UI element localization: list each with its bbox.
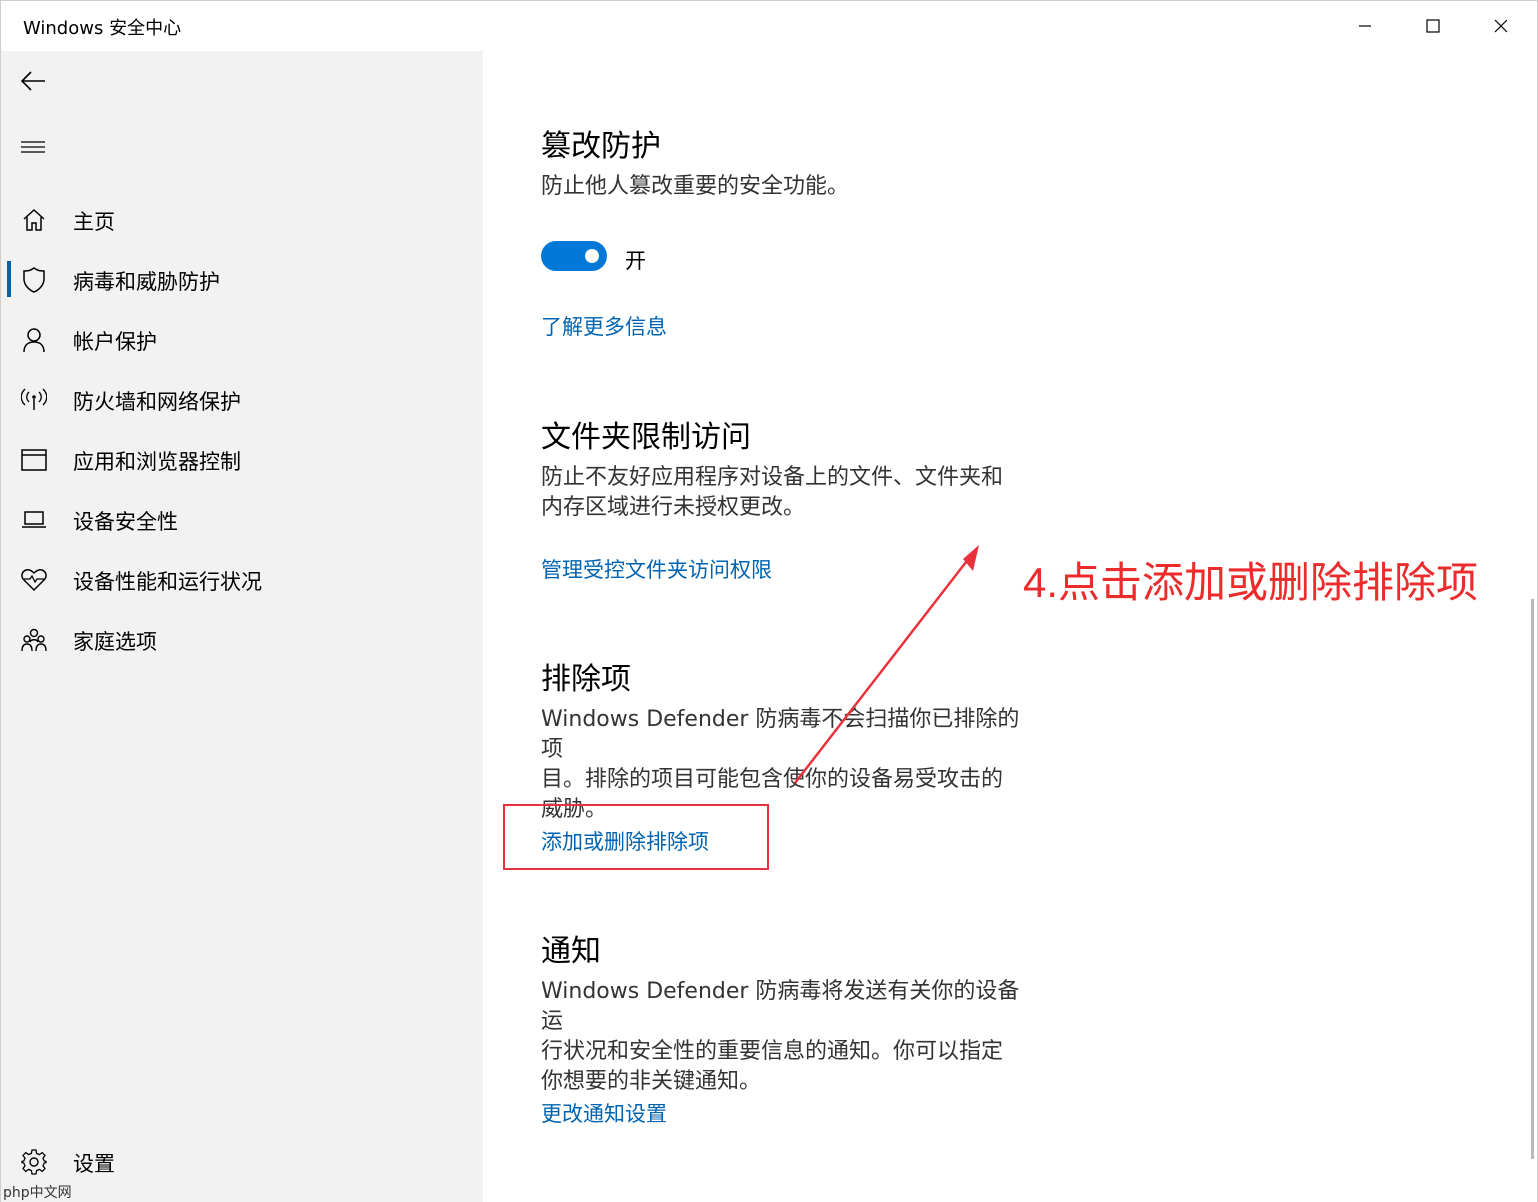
- description-line: 内存区域进行未授权更改。: [541, 493, 1041, 523]
- annotation-highlight-box: [503, 804, 769, 870]
- change-notification-settings-link[interactable]: 更改通知设置: [541, 1098, 667, 1128]
- sidebar-item-device-performance[interactable]: 设备性能和运行状况: [1, 555, 483, 603]
- exclusions-title: 排除项: [541, 654, 631, 698]
- watermark-logo: php中文网: [3, 1182, 72, 1202]
- tamper-protection-toggle[interactable]: [541, 241, 607, 271]
- window-title: Windows 安全中心: [23, 14, 181, 40]
- close-icon: [1493, 18, 1509, 34]
- sidebar-item-account-protection[interactable]: 帐户保护: [1, 315, 483, 363]
- tamper-protection-title: 篡改防护: [541, 121, 661, 165]
- main-content: 篡改防护 防止他人篡改重要的安全功能。 开 了解更多信息 文件夹限制访问 防止不…: [483, 51, 1537, 1202]
- sidebar-item-label: 设置: [73, 1148, 115, 1178]
- wifi-antenna-icon: [21, 387, 47, 413]
- description-line: 你想要的非关键通知。: [541, 1067, 1041, 1097]
- title-bar: Windows 安全中心: [1, 1, 1537, 51]
- close-button[interactable]: [1467, 1, 1535, 51]
- toggle-knob: [585, 249, 599, 263]
- maximize-button[interactable]: [1399, 1, 1467, 51]
- sidebar: 主页 病毒和威胁防护 帐户保护 防火墙和网络保护 应用和浏览器控制: [1, 51, 483, 1202]
- sidebar-item-firewall[interactable]: 防火墙和网络保护: [1, 375, 483, 423]
- app-window-icon: [21, 447, 47, 473]
- security-center-window: Windows 安全中心 主页 病毒和威胁防护: [0, 0, 1538, 1202]
- sidebar-item-label: 应用和浏览器控制: [73, 446, 241, 476]
- family-icon: [21, 627, 47, 653]
- sidebar-item-label: 设备安全性: [73, 506, 178, 536]
- description-line: 行状况和安全性的重要信息的通知。你可以指定: [541, 1037, 1041, 1067]
- sidebar-item-label: 防火墙和网络保护: [73, 386, 241, 416]
- sidebar-item-label: 病毒和威胁防护: [73, 266, 220, 296]
- sidebar-item-label: 帐户保护: [73, 326, 157, 356]
- sidebar-item-label: 设备性能和运行状况: [73, 566, 262, 596]
- minimize-button[interactable]: [1331, 1, 1399, 51]
- learn-more-link[interactable]: 了解更多信息: [541, 311, 667, 341]
- sidebar-item-label: 主页: [73, 206, 115, 236]
- notifications-description: Windows Defender 防病毒将发送有关你的设备运 行状况和安全性的重…: [541, 977, 1041, 1097]
- hamburger-icon: [21, 140, 45, 154]
- manage-folder-access-link[interactable]: 管理受控文件夹访问权限: [541, 554, 772, 584]
- folder-access-description: 防止不友好应用程序对设备上的文件、文件夹和 内存区域进行未授权更改。: [541, 463, 1041, 523]
- gear-icon: [21, 1149, 47, 1175]
- home-icon: [21, 207, 47, 233]
- tamper-protection-description: 防止他人篡改重要的安全功能。: [541, 172, 1041, 202]
- laptop-icon: [21, 507, 47, 533]
- sidebar-item-home[interactable]: 主页: [1, 195, 483, 243]
- sidebar-item-device-security[interactable]: 设备安全性: [1, 495, 483, 543]
- scrollbar[interactable]: [1531, 599, 1534, 1159]
- sidebar-item-label: 家庭选项: [73, 626, 157, 656]
- shield-icon: [21, 267, 47, 293]
- back-button[interactable]: [17, 65, 49, 97]
- minimize-icon: [1357, 18, 1373, 34]
- folder-access-title: 文件夹限制访问: [541, 412, 751, 456]
- description-line: Windows Defender 防病毒将发送有关你的设备运: [541, 977, 1041, 1037]
- back-arrow-icon: [20, 70, 46, 92]
- menu-button[interactable]: [17, 131, 49, 163]
- sidebar-item-app-browser-control[interactable]: 应用和浏览器控制: [1, 435, 483, 483]
- description-line: 防止不友好应用程序对设备上的文件、文件夹和: [541, 463, 1041, 493]
- person-icon: [21, 327, 47, 353]
- annotation-arrow-icon: [781, 537, 991, 787]
- heart-pulse-icon: [21, 567, 47, 593]
- maximize-icon: [1425, 18, 1441, 34]
- sidebar-item-virus-protection[interactable]: 病毒和威胁防护: [1, 255, 483, 303]
- annotation-step-text: 4.点击添加或删除排除项: [1023, 549, 1478, 610]
- toggle-state-label: 开: [625, 245, 646, 275]
- sidebar-item-family-options[interactable]: 家庭选项: [1, 615, 483, 663]
- sidebar-item-settings[interactable]: 设置: [1, 1137, 483, 1185]
- notifications-title: 通知: [541, 926, 601, 970]
